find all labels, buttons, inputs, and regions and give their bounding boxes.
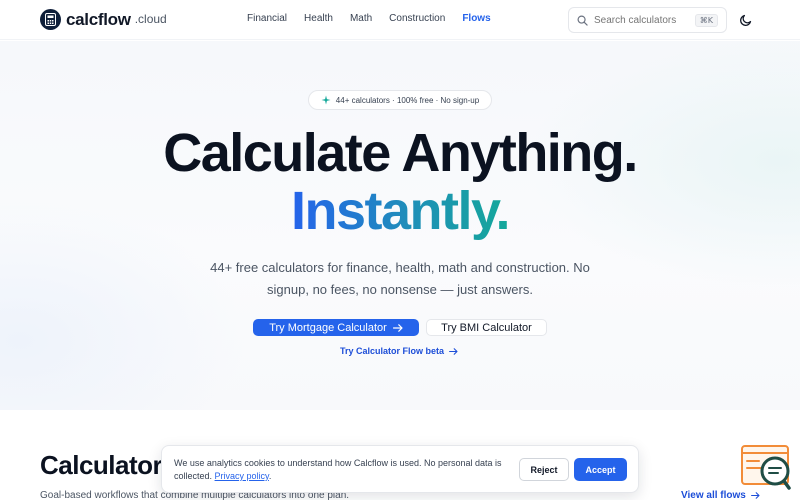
hero-title-highlight: Instantly.	[0, 180, 800, 242]
cookie-text-suffix: .	[268, 471, 272, 481]
try-calculator-flow-link[interactable]: Try Calculator Flow beta	[340, 346, 458, 356]
secondary-cta-label: Try BMI Calculator	[441, 321, 532, 334]
try-mortgage-calculator-button[interactable]: Try Mortgage Calculator	[253, 319, 419, 336]
hero-subtitle: 44+ free calculators for finance, health…	[210, 260, 590, 297]
nav-item-financial[interactable]: Financial	[247, 13, 287, 24]
feedback-widget-button[interactable]	[741, 445, 791, 491]
nav-item-math[interactable]: Math	[350, 13, 372, 24]
nav-item-flows[interactable]: Flows	[462, 13, 490, 24]
logo[interactable]: calcflow .cloud	[40, 9, 167, 30]
feature-badge: 44+ calculators · 100% free · No sign-up	[308, 90, 492, 110]
section-title: Calculator	[40, 450, 163, 480]
sparkle-icon	[321, 95, 331, 105]
primary-cta-label: Try Mortgage Calculator	[269, 321, 387, 334]
hero-title-gradient-text: Instantly.	[290, 181, 511, 241]
nav-item-construction[interactable]: Construction	[389, 13, 445, 24]
logo-tld: .cloud	[134, 11, 167, 26]
arrow-right-icon	[392, 323, 403, 332]
hero-title: Calculate Anything.	[163, 123, 638, 183]
badge-text: 44+ calculators · 100% free · No sign-up	[335, 95, 480, 105]
search-input[interactable]	[594, 14, 694, 26]
nav-item-health[interactable]: Health	[304, 13, 333, 24]
privacy-policy-link[interactable]: Privacy policy	[215, 471, 269, 481]
reject-cookies-button[interactable]: Reject	[519, 458, 569, 481]
arrow-right-icon	[750, 492, 760, 499]
view-all-label: View all flows	[681, 490, 746, 500]
search-box[interactable]: ⌘K	[568, 7, 727, 33]
try-bmi-calculator-button[interactable]: Try BMI Calculator	[426, 319, 547, 336]
theme-toggle-button[interactable]	[739, 13, 753, 27]
search-icon	[577, 15, 588, 26]
site-header: calcflow .cloud Financial Health Math Co…	[0, 0, 800, 40]
calculator-logo-icon	[40, 9, 61, 30]
chat-search-icon	[741, 445, 791, 490]
logo-name: calcflow	[66, 9, 131, 29]
main-nav: Financial Health Math Construction Flows	[247, 13, 508, 24]
arrow-right-icon	[449, 347, 458, 355]
accept-cookies-button[interactable]: Accept	[574, 458, 627, 481]
view-all-flows-link[interactable]: View all flows	[681, 490, 760, 500]
flow-link-label: Try Calculator Flow beta	[340, 346, 445, 356]
cookie-message: We use analytics cookies to understand h…	[174, 457, 512, 483]
cookie-banner: We use analytics cookies to understand h…	[161, 445, 639, 493]
search-shortcut-badge: ⌘K	[694, 13, 718, 27]
moon-icon	[740, 14, 752, 26]
